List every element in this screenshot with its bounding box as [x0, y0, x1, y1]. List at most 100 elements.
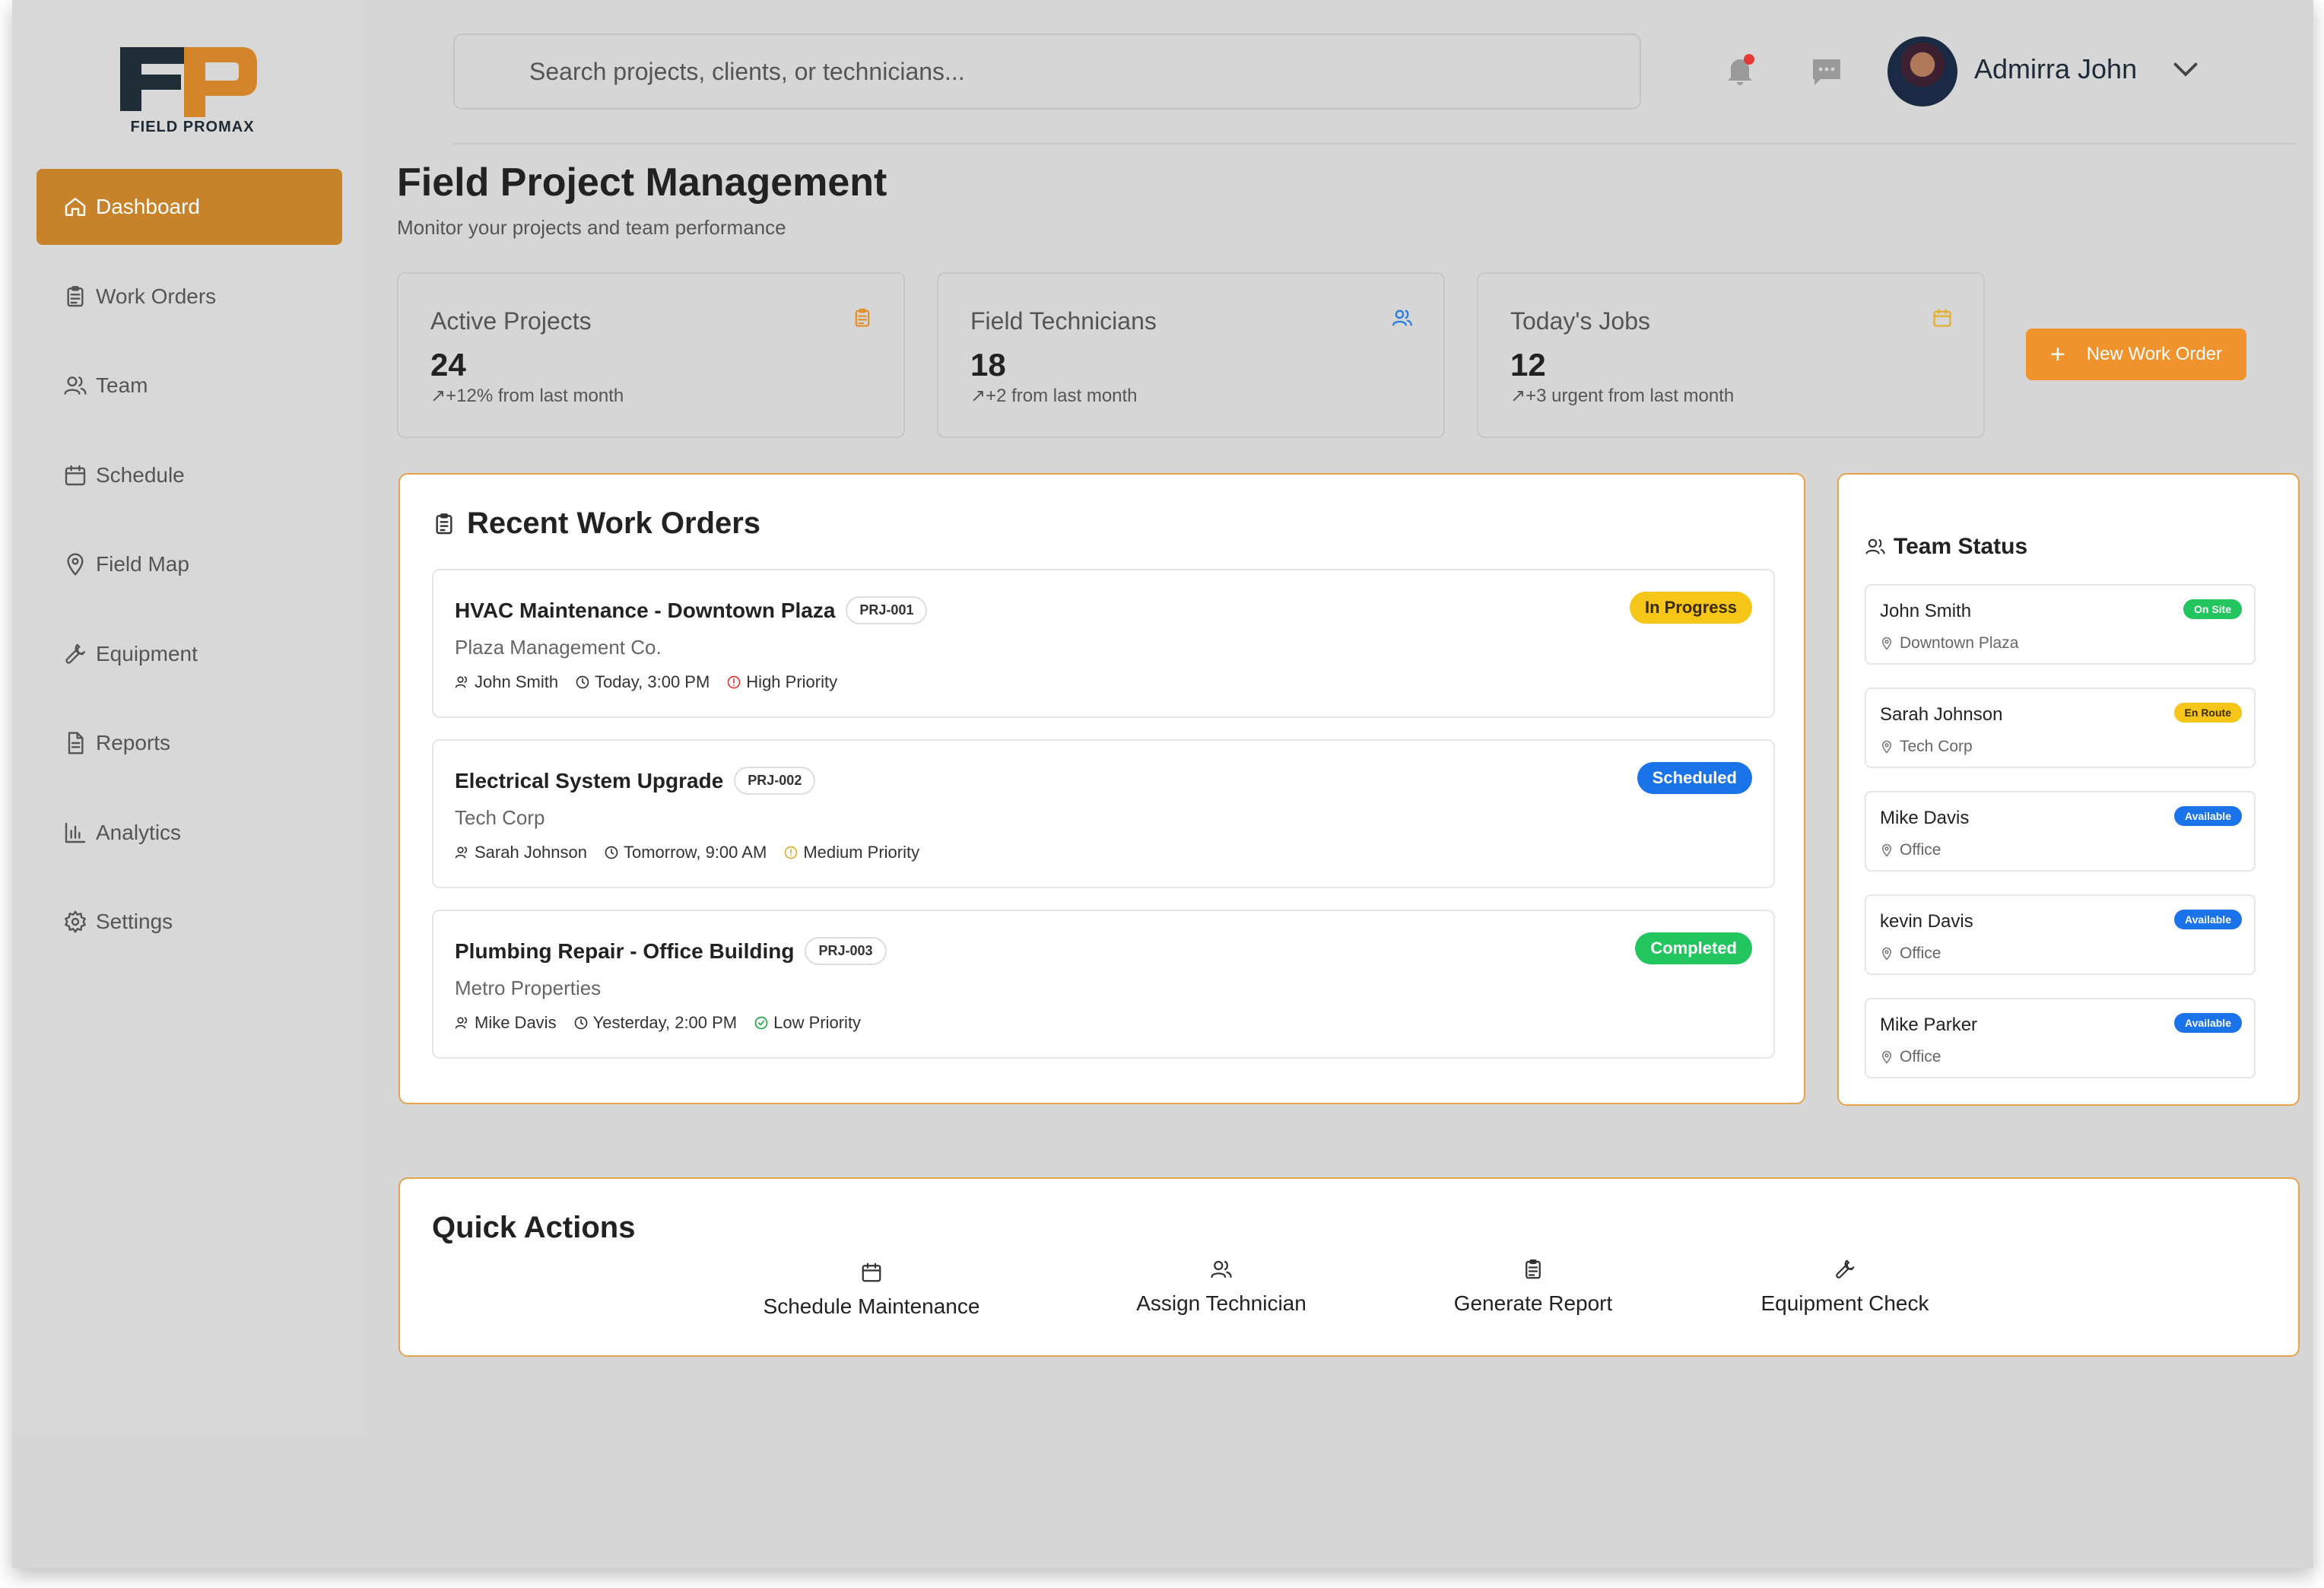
search-input[interactable] — [529, 58, 1640, 86]
sidebar-item-label: Equipment — [96, 641, 198, 665]
work-order-client: Tech Corp — [455, 806, 545, 829]
team-member-item[interactable]: Sarah Johnson Tech Corp En Route — [1865, 688, 2256, 768]
chevron-down-icon[interactable] — [2172, 61, 2199, 79]
quick-action-equipment-check[interactable]: Equipment Check — [1746, 1258, 1944, 1316]
new-work-order-label: New Work Order — [2086, 344, 2223, 364]
user-name[interactable]: Admirra John — [1974, 53, 2137, 85]
section-title-text: Recent Work Orders — [467, 507, 761, 540]
team-member-location: Downtown Plaza — [1880, 634, 2018, 653]
work-order-item[interactable]: HVAC Maintenance - Downtown Plaza PRJ-00… — [432, 569, 1775, 718]
quick-action-assign-technician[interactable]: Assign Technician — [1115, 1258, 1328, 1316]
logo-mark — [120, 47, 257, 117]
sidebar-item-work-orders[interactable]: Work Orders — [37, 259, 342, 335]
users-icon — [455, 1017, 468, 1029]
sidebar-item-label: Work Orders — [96, 284, 217, 308]
sidebar-item-field-map[interactable]: Field Map — [37, 526, 342, 602]
users-icon — [1211, 1260, 1232, 1278]
team-member-location: Office — [1880, 1048, 1941, 1066]
team-member-item[interactable]: Mike Parker Office Available — [1865, 998, 2256, 1078]
team-member-name: Mike Davis — [1880, 808, 1970, 828]
team-member-name: kevin Davis — [1880, 911, 1973, 932]
sidebar-item-settings[interactable]: Settings — [37, 884, 342, 960]
sidebar-item-team[interactable]: Team — [37, 348, 342, 424]
bar-chart-icon — [62, 820, 88, 846]
team-member-name: John Smith — [1880, 601, 1972, 621]
clipboard-icon — [62, 284, 88, 310]
location-text: Tech Corp — [1900, 738, 1973, 755]
quick-actions-panel: Quick Actions Schedule Maintenance Assig… — [398, 1177, 2300, 1357]
stat-value: 12 — [1510, 347, 1546, 383]
message-icon[interactable] — [1808, 53, 1845, 90]
stat-card-todays-jobs[interactable]: Today's Jobs 12 ↗+3 urgent from last mon… — [1477, 272, 1985, 438]
brand-logo[interactable]: FIELD PROMAX — [120, 47, 265, 138]
work-order-tech: Mike Davis — [475, 1013, 557, 1032]
team-member-item[interactable]: kevin Davis Office Available — [1865, 894, 2256, 975]
gear-icon — [62, 909, 88, 935]
section-title: Team Status — [1865, 534, 2027, 560]
team-member-item[interactable]: Mike Davis Office Available — [1865, 791, 2256, 872]
work-order-title: Plumbing Repair - Office Building — [455, 939, 795, 963]
check-circle-icon — [754, 1016, 768, 1030]
sidebar-item-label: Reports — [96, 731, 171, 754]
new-work-order-button[interactable]: + New Work Order — [2026, 329, 2246, 380]
stat-change-text: +12% from last month — [446, 386, 624, 406]
status-badge: En Route — [2173, 703, 2242, 723]
quick-action-generate-report[interactable]: Generate Report — [1434, 1258, 1632, 1316]
clock-icon — [605, 846, 618, 859]
quick-action-schedule-maintenance[interactable]: Schedule Maintenance — [757, 1261, 986, 1319]
status-badge: Scheduled — [1637, 762, 1752, 794]
sidebar-item-analytics[interactable]: Analytics — [37, 795, 342, 871]
users-icon — [62, 373, 88, 399]
sidebar-item-equipment[interactable]: Equipment — [37, 616, 342, 692]
work-order-name: Electrical System Upgrade PRJ-002 — [455, 767, 816, 795]
team-member-item[interactable]: John Smith Downtown Plaza On Site — [1865, 584, 2256, 665]
work-order-item[interactable]: Electrical System Upgrade PRJ-002 Tech C… — [432, 739, 1775, 888]
map-pin-icon — [1881, 843, 1892, 857]
clipboard-icon — [852, 307, 873, 329]
work-order-priority: Low Priority — [773, 1013, 862, 1032]
clock-icon — [574, 1016, 587, 1030]
map-pin-icon — [62, 551, 88, 577]
work-order-time: Tomorrow, 9:00 AM — [624, 843, 767, 862]
clipboard-icon — [1526, 1259, 1541, 1279]
work-order-name: Plumbing Repair - Office Building PRJ-00… — [455, 937, 887, 965]
quick-action-label: Assign Technician — [1136, 1291, 1306, 1315]
notification-dot — [1744, 54, 1754, 65]
quick-action-label: Generate Report — [1453, 1291, 1613, 1315]
stat-change-text: +2 from last month — [986, 386, 1138, 406]
location-text: Office — [1900, 1048, 1941, 1066]
status-badge: Available — [2174, 910, 2242, 929]
bell-icon[interactable] — [1722, 52, 1758, 88]
search-bar[interactable] — [453, 33, 1641, 110]
alert-circle-icon — [784, 846, 798, 859]
plus-icon: + — [2049, 339, 2065, 369]
sidebar-item-label: Schedule — [96, 462, 185, 487]
brand-name: FIELD PROMAX — [130, 119, 255, 135]
team-status-panel: Team Status John Smith Downtown Plaza On… — [1837, 473, 2300, 1106]
stat-card-field-technicians[interactable]: Field Technicians 18 ↗+2 from last month — [937, 272, 1445, 438]
location-text: Office — [1900, 841, 1941, 859]
sidebar-item-schedule[interactable]: Schedule — [37, 437, 342, 513]
alert-circle-icon — [727, 675, 741, 689]
status-badge: Available — [2174, 806, 2242, 826]
sidebar-item-label: Team — [96, 373, 148, 397]
map-pin-icon — [1881, 740, 1892, 754]
sidebar-item-reports[interactable]: Reports — [37, 705, 342, 781]
section-title: Quick Actions — [432, 1211, 636, 1244]
work-order-code: PRJ-003 — [805, 937, 887, 965]
location-text: Downtown Plaza — [1900, 634, 2019, 652]
work-order-time: Today, 3:00 PM — [595, 672, 710, 691]
work-order-item[interactable]: Plumbing Repair - Office Building PRJ-00… — [432, 910, 1775, 1059]
stat-card-active-projects[interactable]: Active Projects 24 ↗+12% from last month — [397, 272, 905, 438]
sidebar-item-label: Analytics — [96, 820, 182, 844]
stat-value: 24 — [430, 347, 466, 383]
quick-action-label: Schedule Maintenance — [763, 1294, 980, 1318]
sidebar: FIELD PROMAX Dashboard Work Orders Team … — [12, 0, 367, 1437]
work-order-title: Electrical System Upgrade — [455, 768, 724, 792]
work-order-meta: John Smith Today, 3:00 PM High Priority — [455, 672, 854, 692]
sidebar-item-dashboard[interactable]: Dashboard — [37, 169, 342, 245]
stat-label: Field Technicians — [970, 307, 1157, 335]
user-avatar[interactable] — [1887, 37, 1957, 106]
team-member-location: Office — [1880, 841, 1941, 859]
stat-value: 18 — [970, 347, 1006, 383]
